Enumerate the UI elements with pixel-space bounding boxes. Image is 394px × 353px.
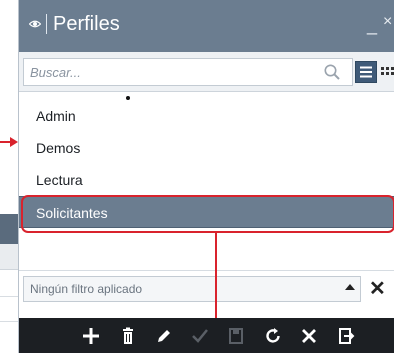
annotation-arrow-head bbox=[10, 137, 18, 147]
eye-icon bbox=[29, 20, 41, 28]
search-input[interactable] bbox=[23, 58, 353, 86]
clear-filter-button[interactable]: ✕ bbox=[369, 276, 386, 301]
search-icon[interactable] bbox=[323, 63, 341, 81]
filter-status[interactable]: Ningún filtro aplicado bbox=[23, 276, 361, 302]
background-app bbox=[0, 0, 18, 353]
list-view-icon bbox=[360, 66, 372, 78]
caret-up-icon[interactable] bbox=[345, 284, 355, 290]
title-separator bbox=[46, 14, 47, 34]
list-item[interactable]: Demos bbox=[19, 132, 394, 164]
background-divider bbox=[0, 296, 18, 297]
cancel-icon[interactable] bbox=[299, 326, 319, 346]
list-view-button[interactable] bbox=[355, 61, 377, 83]
edit-icon[interactable] bbox=[154, 326, 174, 346]
background-row bbox=[0, 244, 18, 270]
background-header-band bbox=[0, 214, 18, 244]
confirm-icon bbox=[192, 329, 208, 343]
list-item-selected[interactable]: Solicitantes bbox=[19, 196, 394, 228]
filter-bar: Ningún filtro aplicado ✕ bbox=[19, 270, 394, 306]
mouse-cursor bbox=[126, 96, 130, 100]
action-toolbar bbox=[19, 318, 394, 353]
refresh-icon[interactable] bbox=[263, 326, 283, 346]
add-icon[interactable] bbox=[81, 326, 101, 346]
title-bar[interactable]: Perfiles _ × bbox=[19, 0, 394, 52]
background-divider bbox=[0, 321, 18, 322]
profiles-list: Admin Demos Lectura Solicitantes bbox=[19, 92, 394, 266]
list-item[interactable]: Lectura bbox=[19, 164, 394, 196]
profiles-panel: Perfiles _ × Admin Demos Lectura Solicit… bbox=[18, 0, 394, 353]
grid-view-icon[interactable] bbox=[380, 62, 394, 82]
list-item[interactable]: Admin bbox=[19, 100, 394, 132]
panel-title: Perfiles bbox=[53, 13, 120, 35]
delete-icon[interactable] bbox=[118, 326, 138, 346]
save-icon bbox=[229, 328, 243, 344]
export-icon[interactable] bbox=[336, 326, 356, 346]
close-button[interactable]: × bbox=[383, 13, 392, 31]
minimize-button[interactable]: _ bbox=[367, 15, 377, 36]
search-bar bbox=[19, 52, 394, 92]
